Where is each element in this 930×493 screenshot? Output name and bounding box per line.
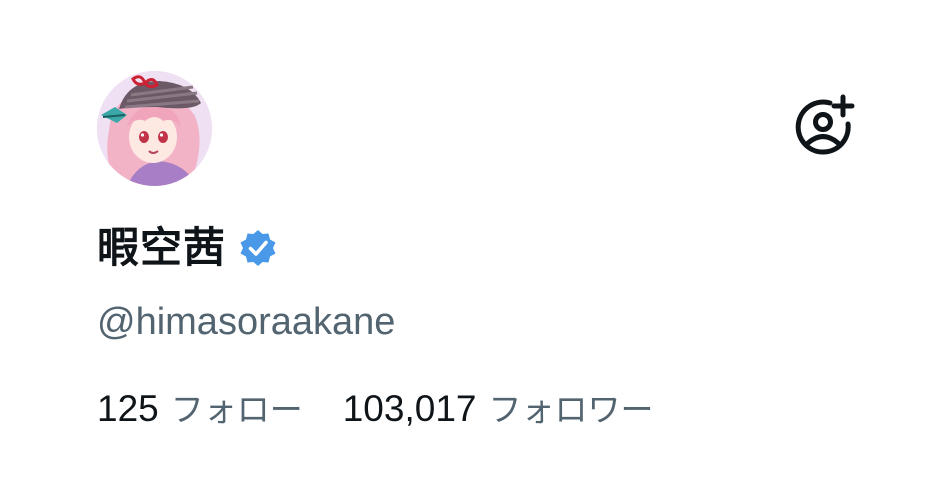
following-label: フォロー (170, 390, 303, 429)
profile-stats: 125 フォロー 103,017 フォロワー (97, 383, 653, 436)
avatar[interactable] (97, 71, 212, 186)
add-user-icon (795, 94, 855, 155)
verified-badge-icon[interactable] (238, 228, 278, 268)
user-handle: @himasoraakane (97, 301, 396, 343)
following-count: 125 (97, 388, 159, 429)
followers-stat[interactable]: 103,017 フォロワー (343, 383, 654, 436)
following-stat[interactable]: 125 フォロー (97, 383, 303, 436)
avatar-image (97, 71, 212, 186)
follow-button[interactable] (793, 93, 861, 161)
followers-count: 103,017 (342, 388, 477, 429)
profile-card: 暇空茜 @himasoraakane 125 フォロー 103,017 フォロワ… (0, 0, 930, 493)
display-name: 暇空茜 (97, 223, 227, 272)
followers-label: フォロワー (488, 390, 654, 429)
name-row: 暇空茜 (97, 220, 278, 276)
